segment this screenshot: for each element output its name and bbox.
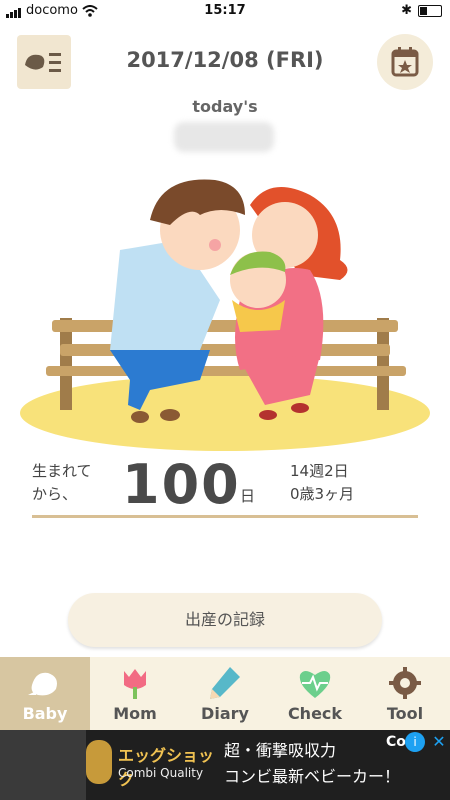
age-prefix: 生まれて から、 <box>32 462 92 503</box>
ad-corner-text: Co <box>386 734 406 750</box>
ad-logo: エッグショック Combi Quality <box>86 738 216 790</box>
tab-label: Diary <box>201 704 249 723</box>
family-illustration <box>20 179 430 451</box>
battery-icon <box>418 4 442 17</box>
tab-label: Mom <box>113 704 157 723</box>
tab-label: Baby <box>22 704 68 723</box>
ad-stroller-image <box>0 730 86 800</box>
divider <box>32 515 418 518</box>
birth-record-button[interactable]: 出産の記録 <box>68 593 382 647</box>
tab-check[interactable]: Check <box>270 657 360 730</box>
ad-banner[interactable]: エッグショック Combi Quality 超・衝撃吸収力 コンビ最新ベビーカー… <box>0 730 450 800</box>
ad-brand-en: Combi Quality <box>118 766 204 780</box>
years-months: 0歳3ヶ月 <box>290 485 355 503</box>
calendar-icon <box>391 47 419 77</box>
tulip-icon <box>124 669 146 699</box>
heart-pulse-icon <box>299 671 331 698</box>
clock: 15:17 <box>204 3 246 18</box>
tab-bar: Baby Mom Diary Check Tool <box>0 657 450 730</box>
egg-icon <box>86 740 112 784</box>
tab-label: Check <box>287 704 343 723</box>
ad-close-icon[interactable]: ✕ <box>429 732 449 752</box>
bird-icon <box>28 672 57 696</box>
ad-copy-line2: コンビ最新ベビーカー！ <box>224 767 401 786</box>
age-panel: 生まれて から、 100 日 14週2日 0歳3ヶ月 <box>0 453 450 525</box>
calendar-button[interactable] <box>377 34 433 90</box>
blurred-name <box>174 122 274 152</box>
ad-info-icon[interactable]: i <box>405 732 425 752</box>
ad-copy: 超・衝撃吸収力 コンビ最新ベビーカー！ <box>224 738 400 790</box>
header: 2017/12/08 (FRI) <box>0 22 450 97</box>
status-bar: docomo 15:17 ✱ <box>0 0 450 22</box>
tab-label: Tool <box>386 704 424 723</box>
subtitle: today's <box>192 97 258 116</box>
ad-copy-line1: 超・衝撃吸収力 <box>224 741 337 760</box>
tab-baby[interactable]: Baby <box>0 657 90 730</box>
days-unit: 日 <box>240 487 256 505</box>
days-count: 100 <box>122 453 241 516</box>
pencil-icon <box>210 667 240 699</box>
status-right: ✱ <box>401 3 442 18</box>
tab-diary[interactable]: Diary <box>180 657 270 730</box>
age-detail: 14週2日 0歳3ヶ月 <box>290 460 354 506</box>
gear-icon <box>389 667 421 699</box>
tab-mom[interactable]: Mom <box>90 657 180 730</box>
tab-tool[interactable]: Tool <box>360 657 450 730</box>
bluetooth-icon: ✱ <box>401 3 412 18</box>
weeks-days: 14週2日 <box>290 462 349 480</box>
